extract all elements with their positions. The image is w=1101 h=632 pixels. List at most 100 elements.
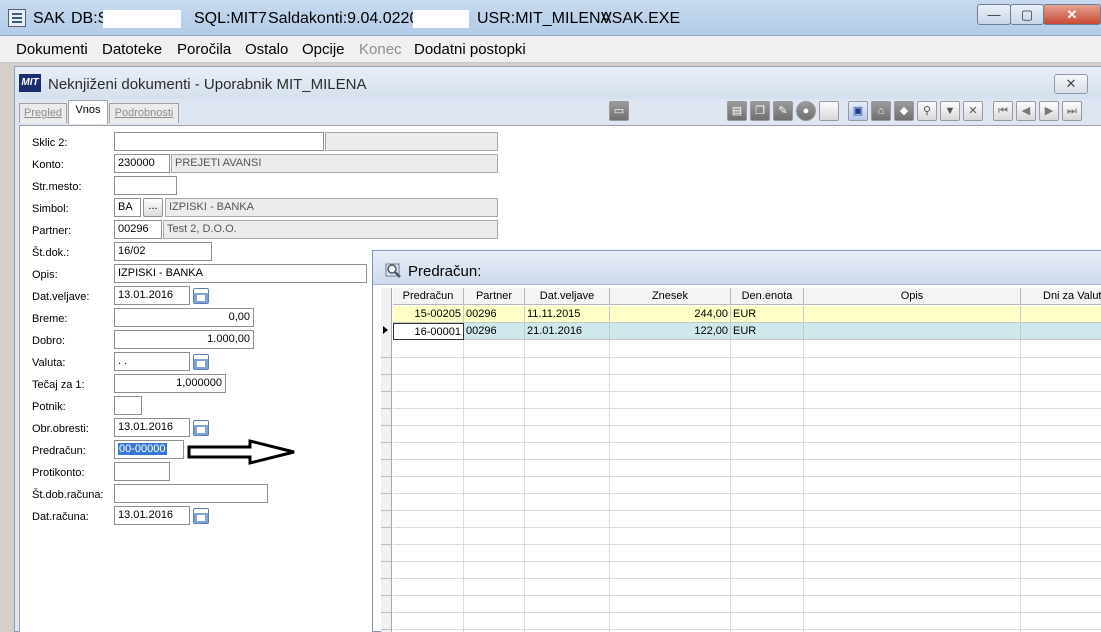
blank-icon[interactable] xyxy=(819,101,839,121)
obrobresti-field[interactable]: 13.01.2016 xyxy=(114,418,190,437)
table-cell[interactable]: 122,00 xyxy=(610,323,731,340)
table-cell[interactable]: EUR xyxy=(731,306,804,323)
table-cell[interactable]: 15-00205 xyxy=(393,306,464,323)
window-close-button[interactable]: ✕ xyxy=(1054,74,1088,94)
grid-row-line xyxy=(393,612,1101,613)
tecaj-field[interactable]: 1,000000 xyxy=(114,374,226,393)
edit-icon[interactable]: ✎ xyxy=(773,101,793,121)
row-indicator-tick xyxy=(381,595,391,596)
grid-row-line xyxy=(393,561,1101,562)
record-icon[interactable]: ● xyxy=(796,101,816,121)
table-cell[interactable] xyxy=(1021,306,1101,323)
maximize-button[interactable]: ▢ xyxy=(1010,4,1044,25)
saldakonti-label: Saldakonti:9.04.0220 xyxy=(268,10,419,27)
stdok-field[interactable]: 16/02 xyxy=(114,242,212,261)
menu-opcije[interactable]: Opcije xyxy=(302,41,345,58)
table-cell[interactable]: EUR xyxy=(731,323,804,340)
calendar-icon[interactable] xyxy=(193,354,209,370)
grid-row-line xyxy=(393,391,1101,392)
predracun-field[interactable]: 00-00000 xyxy=(114,440,184,459)
menu-dokumenti[interactable]: Dokumenti xyxy=(16,41,88,58)
protikonto-field[interactable] xyxy=(114,462,170,481)
open-folder-icon[interactable]: ⌂ xyxy=(871,101,891,121)
calendar-icon[interactable] xyxy=(193,420,209,436)
new-doc-icon[interactable]: ▤ xyxy=(727,101,747,121)
filter-icon[interactable]: ▼ xyxy=(940,101,960,121)
copy-icon[interactable]: ❐ xyxy=(750,101,770,121)
calendar-icon[interactable] xyxy=(193,508,209,524)
cancel-filter-icon[interactable]: ✕ xyxy=(963,101,983,121)
close-button[interactable]: ✕ xyxy=(1043,4,1101,25)
table-cell[interactable]: 21.01.2016 xyxy=(525,323,610,340)
grid-row-line xyxy=(393,595,1101,596)
exe-label: VSAK.EXE xyxy=(601,10,681,27)
menu-konec[interactable]: Konec xyxy=(359,41,402,58)
minimize-button[interactable]: — xyxy=(977,4,1011,25)
label-obrobresti: Obr.obresti: xyxy=(32,423,89,435)
menu-ostalo[interactable]: Ostalo xyxy=(245,41,288,58)
col-header-znesek[interactable]: Znesek xyxy=(610,288,731,305)
dobro-field[interactable]: 1.000,00 xyxy=(114,330,254,349)
save-icon[interactable]: ▣ xyxy=(848,101,868,121)
datveljave-field[interactable]: 13.01.2016 xyxy=(114,286,190,305)
simbol-lookup-button[interactable]: ... xyxy=(143,198,163,217)
table-cell[interactable] xyxy=(1021,323,1101,340)
opis-field[interactable]: IZPISKI - BANKA xyxy=(114,264,367,283)
app-name: SAK xyxy=(33,10,66,27)
sql-label: SQL:MIT7 xyxy=(194,10,267,27)
table-cell[interactable]: 16-00001 xyxy=(393,323,464,340)
tab-podrobnosti[interactable]: Podrobnosti xyxy=(109,103,179,123)
col-header-partner[interactable]: Partner xyxy=(464,288,525,305)
current-row-pointer-icon xyxy=(383,326,388,334)
tab-vnos[interactable]: Vnos xyxy=(68,100,108,124)
grid-row-line xyxy=(393,629,1101,630)
valuta-field[interactable]: . . xyxy=(114,352,190,371)
next-record-icon[interactable]: ▶ xyxy=(1039,101,1059,121)
konto-field[interactable]: 230000 xyxy=(114,154,170,173)
window-title: Neknjiženi dokumenti - Uporabnik MIT_MIL… xyxy=(48,76,367,93)
sklic2-field[interactable] xyxy=(114,132,324,151)
menu-dodatni-postopki[interactable]: Dodatni postopki xyxy=(414,41,526,58)
table-cell[interactable] xyxy=(804,323,1021,340)
grid-row-line xyxy=(393,510,1101,511)
last-record-icon[interactable]: ⏭ xyxy=(1062,101,1082,121)
stdobracuna-field[interactable] xyxy=(114,484,268,503)
label-datracuna: Dat.računa: xyxy=(32,511,89,523)
table-cell[interactable] xyxy=(804,306,1021,323)
table-cell[interactable]: 00296 xyxy=(464,323,525,340)
first-record-icon[interactable]: ⏮ xyxy=(993,101,1013,121)
simbol-field[interactable]: BA xyxy=(114,198,141,217)
grid-column-line xyxy=(1020,340,1021,632)
predracun-grid[interactable]: Predračun Partner Dat.veljave Znesek Den… xyxy=(381,288,1101,632)
label-konto: Konto: xyxy=(32,159,64,171)
partner-field[interactable]: 00296 xyxy=(114,220,162,239)
menu-datoteke[interactable]: Datoteke xyxy=(102,41,162,58)
table-cell[interactable]: 00296 xyxy=(464,306,525,323)
col-header-predracun[interactable]: Predračun xyxy=(393,288,464,305)
grid-row-line xyxy=(393,527,1101,528)
row-indicator-tick xyxy=(381,510,391,511)
col-header-denenota[interactable]: Den.enota xyxy=(731,288,804,305)
strmesto-field[interactable] xyxy=(114,176,177,195)
col-header-opis[interactable]: Opis xyxy=(804,288,1021,305)
label-valuta: Valuta: xyxy=(32,357,66,369)
datracuna-field[interactable]: 13.01.2016 xyxy=(114,506,190,525)
col-header-dni-za-valuto[interactable]: Dni za Valuto xyxy=(1021,288,1101,305)
tab-pregled[interactable]: Pregled xyxy=(19,103,67,123)
calendar-icon[interactable] xyxy=(193,288,209,304)
screen-icon[interactable]: ▭ xyxy=(609,101,629,121)
menu-porocila[interactable]: Poročila xyxy=(177,41,231,58)
potnik-field[interactable] xyxy=(114,396,142,415)
row-indicator-tick xyxy=(381,391,391,392)
label-protikonto: Protikonto: xyxy=(32,467,85,479)
predracun-value: 00-00000 xyxy=(118,443,167,455)
search-icon[interactable]: ⚲ xyxy=(917,101,937,121)
eraser-icon[interactable]: ◆ xyxy=(894,101,914,121)
breme-field[interactable]: 0,00 xyxy=(114,308,254,327)
col-header-datveljave[interactable]: Dat.veljave xyxy=(525,288,610,305)
previous-record-icon[interactable]: ◀ xyxy=(1016,101,1036,121)
user-label: USR:MIT_MILENA xyxy=(477,10,612,27)
table-cell[interactable]: 11.11.2015 xyxy=(525,306,610,323)
grid-row-line xyxy=(393,442,1101,443)
table-cell[interactable]: 244,00 xyxy=(610,306,731,323)
